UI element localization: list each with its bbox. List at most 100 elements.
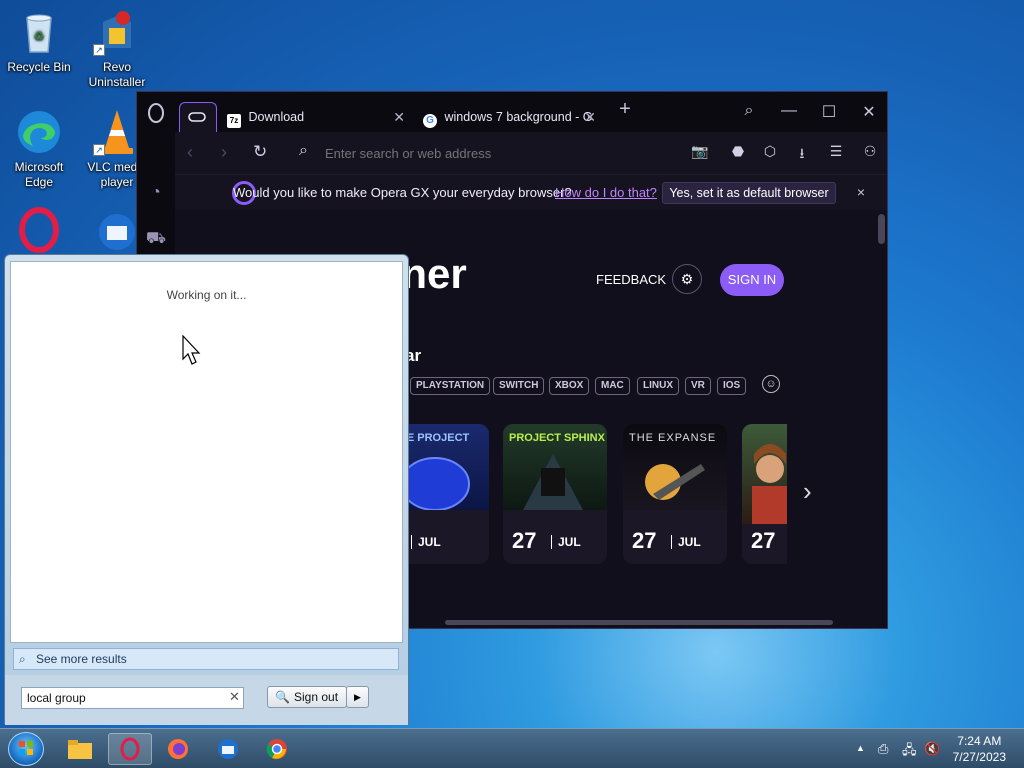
emoji-smile-icon[interactable]: ☺ <box>762 375 780 393</box>
windows-logo-icon <box>19 741 33 755</box>
platform-chip-playstation[interactable]: PLAYSTATION <box>410 377 491 395</box>
easy-setup-icon[interactable]: ☰ <box>825 143 847 160</box>
desktop-icon-recycle-bin[interactable]: ♻ Recycle Bin <box>1 8 77 75</box>
back-icon[interactable]: ‹ <box>187 142 193 163</box>
camera-icon[interactable]: 📷 <box>689 143 711 160</box>
game-card-title: PROJECT SPHINX <box>509 432 605 444</box>
taskbar-opera-gx[interactable] <box>108 733 152 765</box>
tab-download[interactable]: 7z Download ✕ <box>219 102 409 132</box>
profile-icon[interactable]: ⚇ <box>859 143 881 160</box>
clock-date: 7/27/2023 <box>952 750 1006 764</box>
taskbar-firefox[interactable] <box>156 733 200 765</box>
opera-menu-icon[interactable] <box>145 102 167 124</box>
start-menu-bottom: ✕ 🔍 Sign out ▶ <box>5 675 408 725</box>
shortcut-arrow-icon: ↗ <box>93 44 105 56</box>
start-search-input[interactable] <box>21 687 244 709</box>
game-card-month: JUL <box>671 535 701 549</box>
close-window-icon[interactable]: ✕ <box>855 102 883 122</box>
device-tray-icon[interactable]: ⎙ <box>878 741 888 757</box>
gx-corner-icon[interactable]: ⛟ <box>145 228 167 250</box>
tab-gx-corner[interactable] <box>179 102 217 132</box>
start-menu: Working on it... ⌕ See more results ✕ 🔍 … <box>4 254 409 725</box>
chrome-icon <box>266 739 287 759</box>
game-card-day: 27 <box>512 528 537 553</box>
platform-chip-linux[interactable]: LINUX <box>637 377 679 395</box>
start-button[interactable] <box>8 732 44 766</box>
gamepad-icon <box>188 112 206 122</box>
desktop-icon-revo-uninstaller[interactable]: ↗ Revo Uninstaller <box>79 8 155 90</box>
platform-chip-mac[interactable]: MAC <box>595 377 630 395</box>
game-card-art <box>742 424 787 524</box>
see-more-results-link[interactable]: ⌕ See more results <box>13 648 399 670</box>
tab-label: windows 7 background - G <box>444 110 593 124</box>
default-browser-infobar: Would you like to make Opera GX your eve… <box>175 174 887 210</box>
sign-out-label: Sign out <box>294 690 339 704</box>
reload-icon[interactable]: ↻ <box>253 142 267 162</box>
shutdown-options-arrow-icon[interactable]: ▶ <box>346 686 369 708</box>
desktop-icon-microsoft-edge[interactable]: Microsoft Edge <box>1 108 77 190</box>
key-icon: 🔍 <box>275 690 290 704</box>
tab-bar: 7z Download ✕ G windows 7 background - G… <box>175 92 887 132</box>
minimize-icon[interactable]: — <box>775 102 803 120</box>
platform-chip-ios[interactable]: IOS <box>717 377 747 395</box>
address-bar: ‹ › ↻ ⌕ 📷 ⬣ ⬡ ⭳ ☰ ⚇ <box>175 132 887 174</box>
search-status-text: Working on it... <box>166 288 247 302</box>
taskbar-thunderbird[interactable] <box>206 733 250 765</box>
desktop-icon-opera[interactable] <box>1 206 77 258</box>
vertical-scrollbar[interactable] <box>878 214 885 244</box>
magnifier-icon: ⌕ <box>19 652 26 666</box>
settings-gear-icon[interactable]: ⚙ <box>672 264 702 294</box>
tab-close-icon[interactable]: ✕ <box>393 102 405 132</box>
game-card[interactable]: PROJECT SPHINX 27 JUL <box>503 424 607 564</box>
platform-chip-vr[interactable]: VR <box>685 377 711 395</box>
tab-close-icon[interactable]: ✕ <box>584 102 596 132</box>
game-card[interactable]: THE EXPANSE 27 JUL <box>623 424 727 564</box>
clear-search-icon[interactable]: ✕ <box>229 689 240 705</box>
platform-chip-xbox[interactable]: XBOX <box>549 377 590 395</box>
platform-chip-switch[interactable]: SWITCH <box>493 377 545 395</box>
sign-out-button[interactable]: 🔍 Sign out <box>267 686 347 708</box>
address-input[interactable] <box>325 142 625 164</box>
opera-gx-icon <box>120 737 140 761</box>
revo-uninstaller-icon: ↗ <box>93 8 141 56</box>
forward-icon[interactable]: › <box>221 142 227 163</box>
thunderbird-icon <box>93 206 141 254</box>
feedback-link[interactable]: FEEDBACK <box>596 272 666 287</box>
show-hidden-icons[interactable]: ▲ <box>856 743 865 753</box>
tab-google-search[interactable]: G windows 7 background - G ✕ <box>415 102 600 132</box>
vlc-icon: ↗ <box>93 108 141 156</box>
sign-in-button[interactable]: SIGN IN <box>720 264 784 296</box>
download-icon[interactable]: ⭳ <box>791 143 813 167</box>
search-results-panel: Working on it... <box>10 261 403 643</box>
horizontal-scrollbar[interactable] <box>445 620 833 625</box>
game-card-day: 27 <box>632 528 657 553</box>
game-card-title: THE EXPANSE <box>629 432 717 444</box>
how-do-i-link[interactable]: How do I do that? <box>555 185 657 200</box>
search-tabs-icon[interactable]: ⌕ <box>735 102 763 120</box>
game-card[interactable]: 27 <box>742 424 787 564</box>
set-default-button[interactable]: Yes, set it as default browser <box>662 182 836 204</box>
extensions-cube-icon[interactable]: ⬡ <box>759 143 781 160</box>
infobar-close-icon[interactable]: × <box>857 184 865 200</box>
maximize-icon[interactable]: ☐ <box>815 102 843 122</box>
clock-time: 7:24 AM <box>957 734 1002 748</box>
volume-muted-icon[interactable]: 🔇 <box>924 741 940 757</box>
infobar-text: Would you like to make Opera GX your eve… <box>233 185 572 200</box>
carousel-next-icon[interactable]: › <box>803 476 812 507</box>
see-more-label: See more results <box>36 652 127 666</box>
desktop-icon-label: Revo Uninstaller <box>88 60 146 89</box>
game-card-day: 27 <box>751 528 776 553</box>
edge-icon <box>15 108 63 156</box>
game-card-month: JUL <box>551 535 581 549</box>
opera-icon <box>15 206 63 254</box>
new-tab-plus-icon[interactable]: + <box>611 98 639 121</box>
network-icon[interactable]: 🖧 <box>902 741 917 763</box>
speed-dial-icon[interactable]: ◔ <box>145 182 167 204</box>
taskbar-chrome[interactable] <box>255 733 299 765</box>
taskbar-clock[interactable]: 7:24 AM 7/27/2023 <box>953 733 1006 765</box>
svg-text:♻: ♻ <box>34 29 45 43</box>
adblocker-icon[interactable]: ⬣ <box>727 143 749 160</box>
tab-label: Download <box>248 110 305 124</box>
taskbar-file-explorer[interactable] <box>58 733 102 765</box>
shortcut-arrow-icon: ↗ <box>93 144 105 156</box>
